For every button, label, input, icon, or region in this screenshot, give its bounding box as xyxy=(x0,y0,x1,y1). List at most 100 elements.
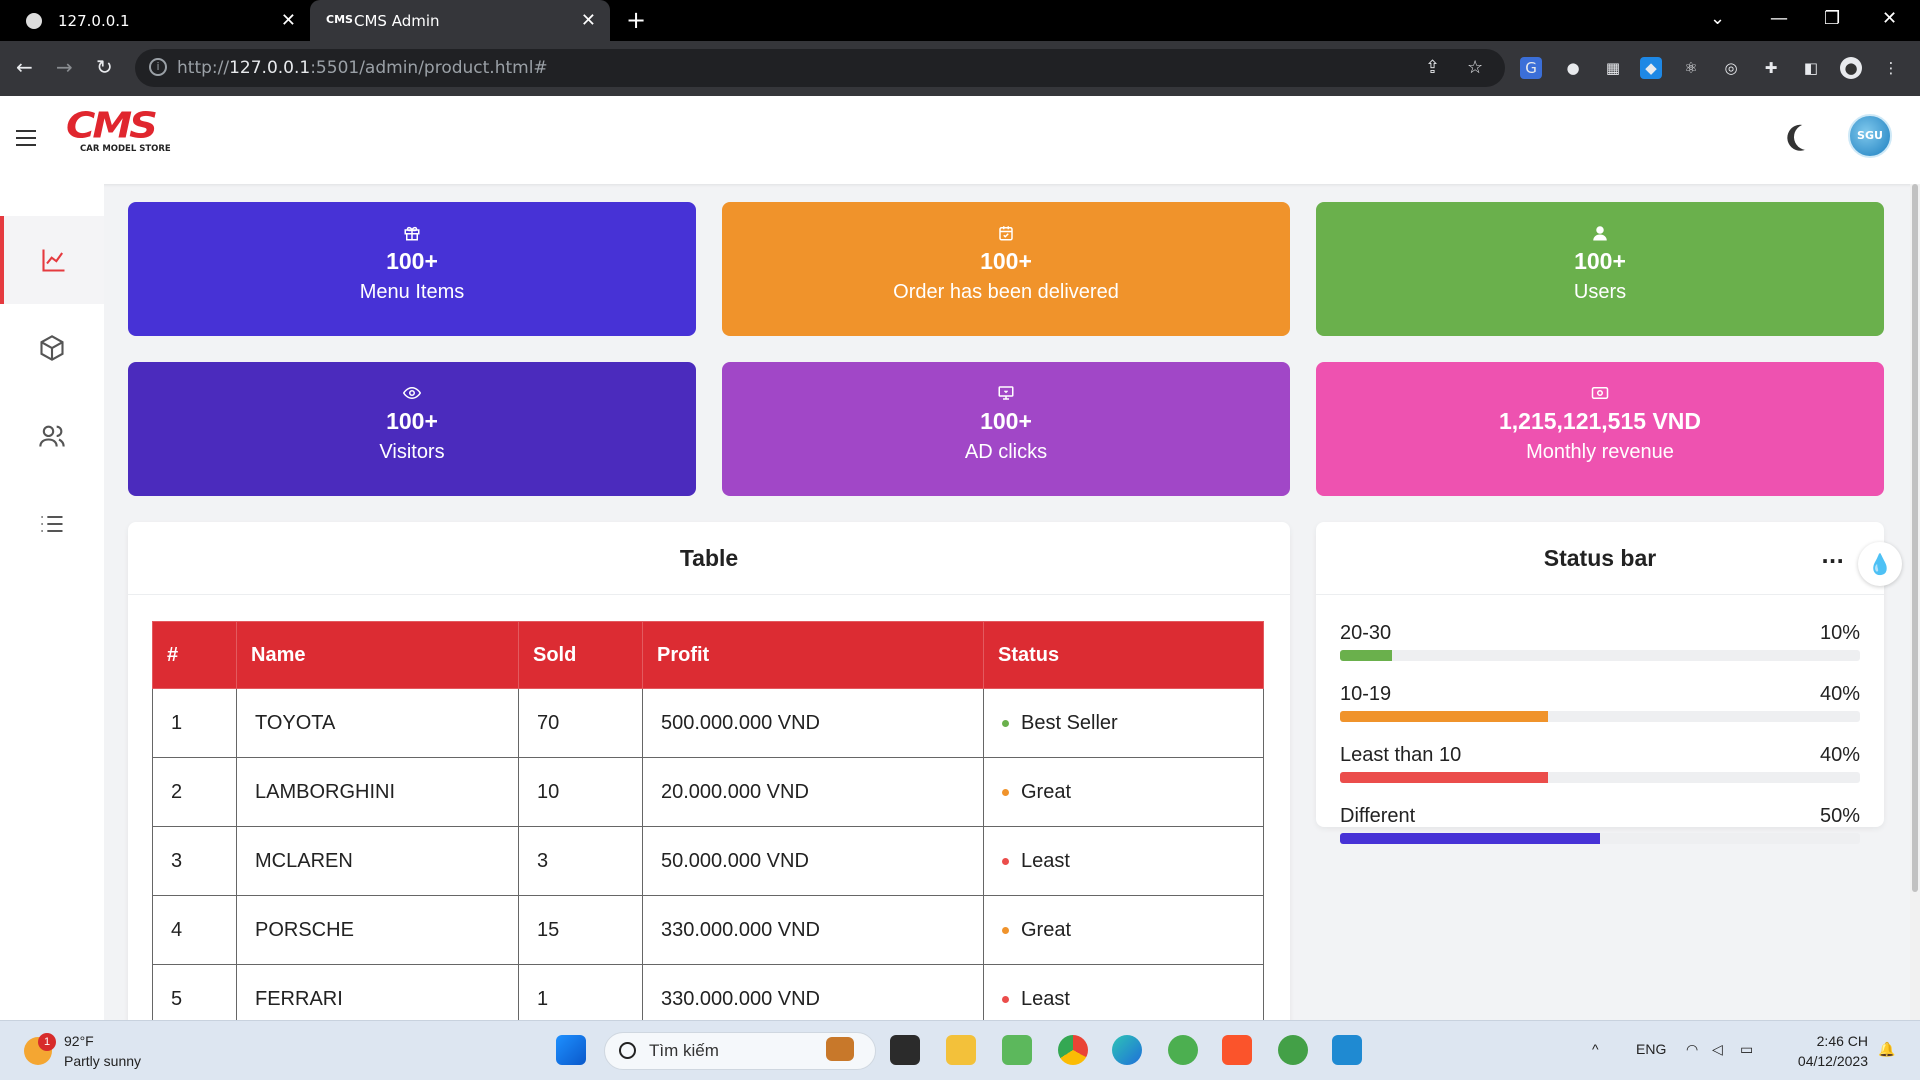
app-green-icon[interactable] xyxy=(1168,1035,1198,1065)
sidebar-item-products[interactable] xyxy=(0,304,104,392)
puzzle-icon[interactable]: ✚ xyxy=(1760,57,1782,79)
browser-tab[interactable]: 127.0.0.1 ✕ xyxy=(0,0,310,41)
file-explorer-icon[interactable] xyxy=(946,1035,976,1065)
cell-status: Least xyxy=(983,826,1264,896)
sidebar-item-users[interactable] xyxy=(0,392,104,480)
browser-tab-active[interactable]: CMS CMS Admin ✕ xyxy=(310,0,610,41)
table-header-row: # Name Sold Profit Status xyxy=(152,621,1264,689)
column-header[interactable]: Sold xyxy=(518,621,643,689)
qr-extension-icon[interactable]: ▦ xyxy=(1602,57,1624,79)
language-indicator[interactable]: ENG xyxy=(1636,1041,1666,1057)
info-icon[interactable]: i xyxy=(149,58,167,76)
progress-label: Different xyxy=(1340,805,1416,827)
cms-favicon-icon: CMS xyxy=(326,12,353,26)
product-table: # Name Sold Profit Status 1 TOYOTA 70 50… xyxy=(152,621,1264,1020)
table-row[interactable]: 1 TOYOTA 70 500.000.000 VND Best Seller xyxy=(152,688,1264,758)
drop-extension-icon[interactable]: ◆ xyxy=(1640,57,1662,79)
stat-card-menu-items[interactable]: 100+ Menu Items xyxy=(128,202,696,336)
stat-value: 100+ xyxy=(1574,248,1626,274)
extension-icon[interactable]: ● xyxy=(1562,57,1584,79)
target-extension-icon[interactable]: ◎ xyxy=(1720,57,1742,79)
vscode-icon[interactable] xyxy=(1332,1035,1362,1065)
status-text: Best Seller xyxy=(1021,711,1118,734)
column-header[interactable]: # xyxy=(152,621,237,689)
volume-icon[interactable]: ◁ xyxy=(1712,1041,1723,1058)
app-green2-icon[interactable] xyxy=(1278,1035,1308,1065)
floating-assistant-icon[interactable]: 💧 xyxy=(1858,542,1902,586)
table-row[interactable]: 2 LAMBORGHINI 10 20.000.000 VND Great xyxy=(152,757,1264,827)
weather-temp: 92°F xyxy=(64,1033,94,1049)
kebab-menu-icon[interactable]: ⋮ xyxy=(1880,57,1902,79)
column-header[interactable]: Profit xyxy=(642,621,984,689)
stat-card-orders[interactable]: 100+ Order has been delivered xyxy=(722,202,1290,336)
column-header[interactable]: Status xyxy=(983,621,1264,689)
cms-logo[interactable]: CMS CAR MODEL STORE xyxy=(66,106,176,162)
scrollbar-thumb[interactable] xyxy=(1912,184,1918,892)
chrome-icon[interactable] xyxy=(1058,1035,1088,1065)
briefcase-icon[interactable] xyxy=(826,1037,854,1061)
table-row[interactable]: 4 PORSCHE 15 330.000.000 VND Great xyxy=(152,895,1264,965)
cell-status: Great xyxy=(983,895,1264,965)
address-bar-row: ← → ↻ i http://127.0.0.1:5501/admin/prod… xyxy=(0,41,1920,96)
maximize-icon[interactable]: ❐ xyxy=(1824,8,1840,29)
partly-sunny-icon: 1 xyxy=(24,1033,56,1065)
back-icon[interactable]: ← xyxy=(16,55,33,79)
table-row[interactable]: 3 MCLAREN 3 50.000.000 VND Least xyxy=(152,826,1264,896)
status-dot-icon xyxy=(1002,926,1009,934)
close-tab-icon[interactable]: ✕ xyxy=(581,10,596,31)
progress-fill xyxy=(1340,833,1600,844)
forward-icon[interactable]: → xyxy=(56,55,73,79)
reload-icon[interactable]: ↻ xyxy=(96,55,113,79)
edge-icon[interactable] xyxy=(1112,1035,1142,1065)
minimize-icon[interactable]: — xyxy=(1770,8,1788,29)
user-avatar[interactable]: SGU xyxy=(1848,114,1892,158)
cell-sold: 15 xyxy=(518,895,643,965)
system-clock[interactable]: 2:46 CH 04/12/2023 xyxy=(1772,1031,1868,1071)
new-tab-icon[interactable]: + xyxy=(626,6,646,34)
close-window-icon[interactable]: ✕ xyxy=(1882,8,1897,29)
stat-card-visitors[interactable]: 100+ Visitors xyxy=(128,362,696,496)
dark-mode-moon-icon[interactable] xyxy=(1790,120,1823,153)
notepad-icon[interactable] xyxy=(1002,1035,1032,1065)
status-dot-icon xyxy=(1002,995,1009,1003)
weather-widget[interactable]: 1 92°F Partly sunny xyxy=(24,1031,141,1071)
more-options-icon[interactable]: ... xyxy=(1821,544,1844,568)
user-icon xyxy=(1316,224,1884,242)
page-scrollbar[interactable] xyxy=(1910,184,1920,1020)
search-icon xyxy=(619,1042,636,1059)
task-view-icon[interactable] xyxy=(890,1035,920,1065)
stat-card-revenue[interactable]: 1,215,121,515 VND Monthly revenue xyxy=(1316,362,1884,496)
status-text: Least xyxy=(1021,987,1070,1010)
stat-label: Visitors xyxy=(379,441,445,463)
sidebar-item-dashboard[interactable] xyxy=(0,216,104,304)
brave-icon[interactable] xyxy=(1222,1035,1252,1065)
progress-item: 10-19 40% xyxy=(1340,683,1860,722)
app-header: CMS CAR MODEL STORE SGU xyxy=(0,96,1920,184)
side-panel-icon[interactable]: ◧ xyxy=(1800,57,1822,79)
status-text: Least xyxy=(1021,849,1070,872)
wifi-icon[interactable]: ◠ xyxy=(1686,1041,1698,1058)
sidebar-item-list[interactable] xyxy=(0,480,104,568)
profile-avatar[interactable]: ● xyxy=(1840,57,1862,79)
notification-bell-icon[interactable]: 🔔 xyxy=(1878,1041,1895,1058)
column-header[interactable]: Name xyxy=(236,621,519,689)
progress-item: 20-30 10% xyxy=(1340,622,1860,661)
react-extension-icon[interactable]: ⚛ xyxy=(1680,57,1702,79)
tray-chevron-up-icon[interactable]: ^ xyxy=(1592,1041,1599,1057)
bookmark-star-icon[interactable]: ☆ xyxy=(1467,57,1483,78)
url-field[interactable]: i http://127.0.0.1:5501/admin/product.ht… xyxy=(135,49,1505,87)
stat-card-ad-clicks[interactable]: 100+ AD clicks xyxy=(722,362,1290,496)
windows-start-icon[interactable] xyxy=(556,1035,586,1065)
list-icon xyxy=(41,515,63,533)
stat-card-users[interactable]: 100+ Users xyxy=(1316,202,1884,336)
battery-icon[interactable]: ▭ xyxy=(1740,1041,1753,1058)
calendar-check-icon xyxy=(722,224,1290,242)
gift-icon xyxy=(128,224,696,242)
chevron-down-icon[interactable]: ⌄ xyxy=(1710,8,1725,29)
hamburger-menu-icon[interactable] xyxy=(16,130,36,146)
table-row[interactable]: 5 FERRARI 1 330.000.000 VND Least xyxy=(152,964,1264,1020)
translate-extension-icon[interactable]: G xyxy=(1520,57,1542,79)
share-icon[interactable]: ⇪ xyxy=(1425,57,1440,78)
stat-value: 1,215,121,515 VND xyxy=(1498,408,1702,434)
close-tab-icon[interactable]: ✕ xyxy=(281,10,296,31)
